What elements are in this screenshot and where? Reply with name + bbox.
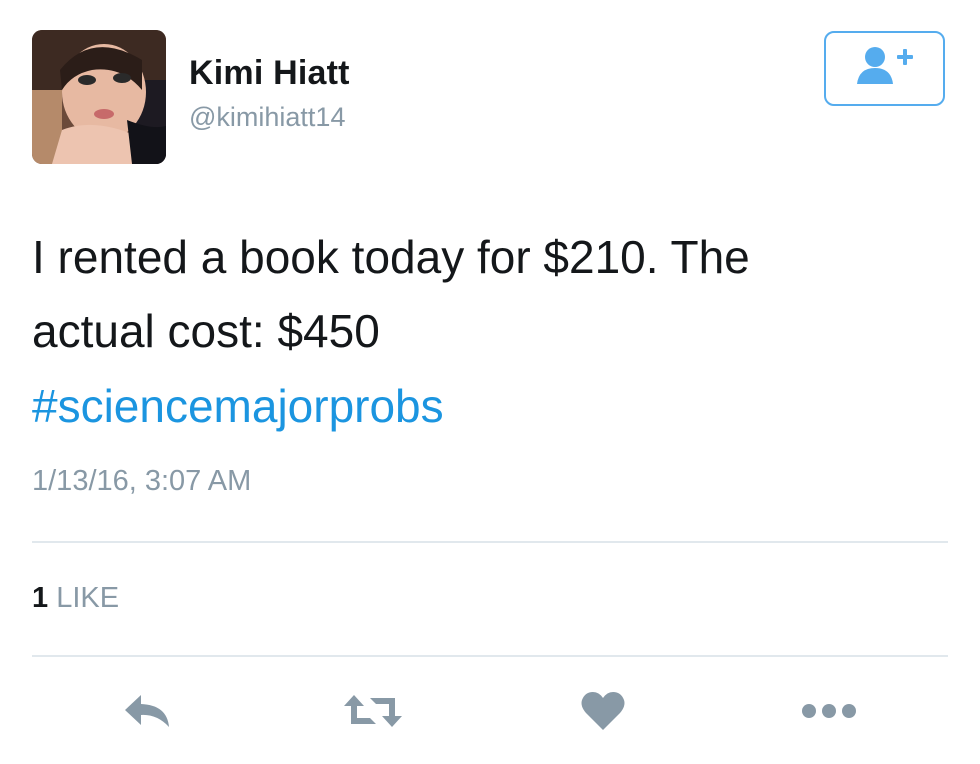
divider <box>32 655 948 657</box>
like-button[interactable] <box>576 685 630 741</box>
more-options-button[interactable] <box>797 685 861 741</box>
tweet-text-line: I rented a book today for $210. The <box>32 231 750 283</box>
avatar-photo <box>32 30 166 164</box>
likes-count-link[interactable]: 1 LIKE <box>32 582 119 615</box>
author-display-name[interactable]: Kimi Hiatt <box>189 54 350 93</box>
hashtag-link[interactable]: #sciencemajorprobs <box>32 369 444 443</box>
follow-button[interactable] <box>824 31 945 106</box>
author-handle[interactable]: @kimihiatt14 <box>189 102 345 133</box>
tweet-text-line: actual cost: $450 <box>32 305 380 357</box>
add-user-icon <box>853 44 917 93</box>
reply-button[interactable] <box>118 685 178 741</box>
likes-label: LIKE <box>56 582 120 614</box>
likes-count: 1 <box>32 582 49 614</box>
reply-icon <box>123 693 173 734</box>
avatar[interactable] <box>32 30 166 164</box>
heart-icon <box>580 690 626 737</box>
more-icon <box>801 703 857 724</box>
tweet-detail: Kimi Hiatt @kimihiatt14 I rented a book … <box>0 0 980 764</box>
tweet-text: I rented a book today for $210. The actu… <box>32 220 952 368</box>
retweet-button[interactable] <box>340 685 406 741</box>
divider <box>32 541 948 543</box>
tweet-timestamp: 1/13/16, 3:07 AM <box>32 465 252 497</box>
retweet-icon <box>342 691 404 736</box>
